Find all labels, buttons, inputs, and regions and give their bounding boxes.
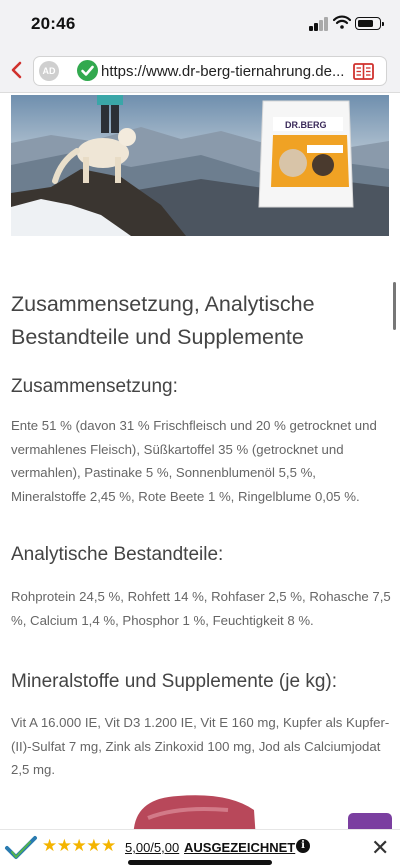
section-heading-supplements: Mineralstoffe und Supplemente (je kg): — [11, 671, 337, 692]
status-time: 20:46 — [31, 14, 76, 33]
hero-image: DR.BERG — [11, 95, 389, 236]
section-text-composition: Ente 51 % (davon 31 % Frischfleisch und … — [11, 418, 377, 504]
info-icon[interactable]: i — [296, 839, 310, 853]
rating-score[interactable]: 5,00/5,00 — [125, 840, 179, 855]
section-text-supplements: Vit A 16.000 IE, Vit D3 1.200 IE, Vit E … — [11, 715, 390, 777]
status-bar: 20:46 — [0, 0, 400, 50]
rating-stars-icon: ★★★★★ — [42, 836, 116, 855]
cellular-signal-icon — [309, 17, 329, 31]
package-brand-text: DR.BERG — [285, 120, 327, 130]
section-heading-composition: Zusammensetzung: — [11, 376, 178, 397]
page-title: Zusammensetzung, Analytische Bestandteil… — [11, 292, 315, 349]
rating-label[interactable]: AUSGEZEICHNET — [184, 840, 295, 855]
section-heading-analytics: Analytische Bestandteile: — [11, 544, 224, 565]
back-arrow-icon[interactable] — [8, 59, 26, 81]
page-scrollbar[interactable] — [393, 282, 396, 330]
battery-icon — [355, 17, 384, 30]
reader-mode-icon[interactable] — [353, 63, 374, 80]
mountain-landscape-image: DR.BERG — [11, 95, 389, 236]
ad-block-icon[interactable]: AD — [39, 61, 59, 81]
url-text[interactable]: https://www.dr-berg-tiernahrung.de... — [101, 63, 349, 80]
wifi-icon — [333, 15, 351, 29]
section-text-analytics: Rohprotein 24,5 %, Rohfett 14 %, Rohfase… — [11, 589, 391, 628]
browser-toolbar: AD https://www.dr-berg-tiernahrung.de... — [0, 50, 400, 93]
trusted-shops-check-icon — [5, 836, 37, 859]
close-icon[interactable]: ✕ — [371, 835, 389, 861]
home-indicator[interactable] — [128, 860, 272, 865]
secure-check-icon — [77, 60, 98, 81]
address-bar[interactable]: AD https://www.dr-berg-tiernahrung.de... — [33, 56, 387, 86]
